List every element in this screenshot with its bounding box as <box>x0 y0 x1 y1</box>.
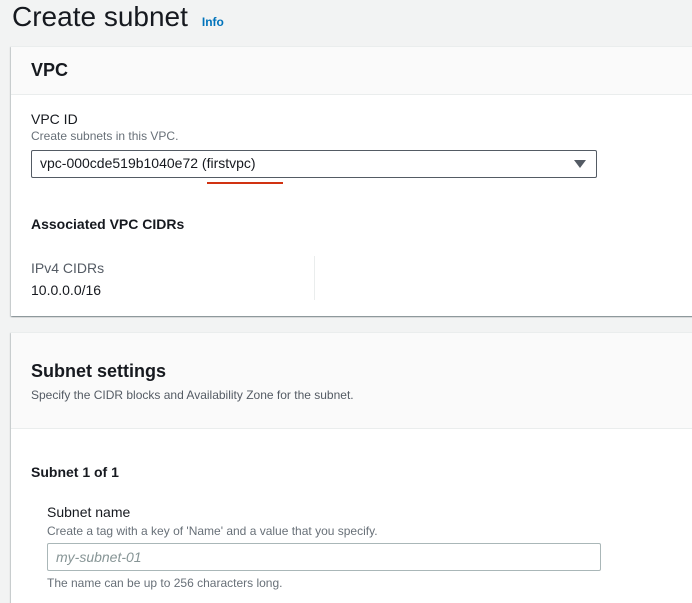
info-link[interactable]: Info <box>202 15 224 29</box>
subnet-count-heading: Subnet 1 of 1 <box>31 464 119 480</box>
vpc-panel: VPC VPC ID Create subnets in this VPC. v… <box>11 46 692 316</box>
subnet-settings-panel: Subnet settings Specify the CIDR blocks … <box>11 332 692 603</box>
subnet-panel-header: Subnet settings Specify the CIDR blocks … <box>11 333 692 429</box>
subnet-name-constraint: The name can be up to 256 characters lon… <box>47 576 283 590</box>
vpc-panel-header: VPC <box>11 47 692 95</box>
associated-cidrs-heading: Associated VPC CIDRs <box>31 216 185 232</box>
vpc-id-description: Create subnets in this VPC. <box>31 129 179 143</box>
subnet-panel-description: Specify the CIDR blocks and Availability… <box>31 388 354 402</box>
subnet-panel-title: Subnet settings <box>31 361 167 381</box>
vpc-id-label: VPC ID <box>31 111 78 127</box>
vpc-id-selected-value: vpc-000cde519b1040e72 (firstvpc) <box>40 155 256 171</box>
subnet-name-description: Create a tag with a key of 'Name' and a … <box>47 524 378 538</box>
ipv4-cidrs-label: IPv4 CIDRs <box>31 260 105 276</box>
ipv4-cidrs-value: 10.0.0.0/16 <box>31 282 102 298</box>
page-title: Create subnet <box>12 1 188 32</box>
annotation-underline <box>207 182 283 184</box>
vpc-panel-title: VPC <box>31 60 69 80</box>
caret-down-icon <box>574 160 586 168</box>
subnet-name-input[interactable] <box>47 543 601 571</box>
page-header: Create subnet Info <box>12 0 224 34</box>
vpc-id-field: VPC ID Create subnets in this VPC. <box>31 111 178 143</box>
column-divider <box>314 256 315 300</box>
vpc-id-select[interactable]: vpc-000cde519b1040e72 (firstvpc) <box>31 150 597 178</box>
subnet-name-label: Subnet name <box>47 504 131 520</box>
